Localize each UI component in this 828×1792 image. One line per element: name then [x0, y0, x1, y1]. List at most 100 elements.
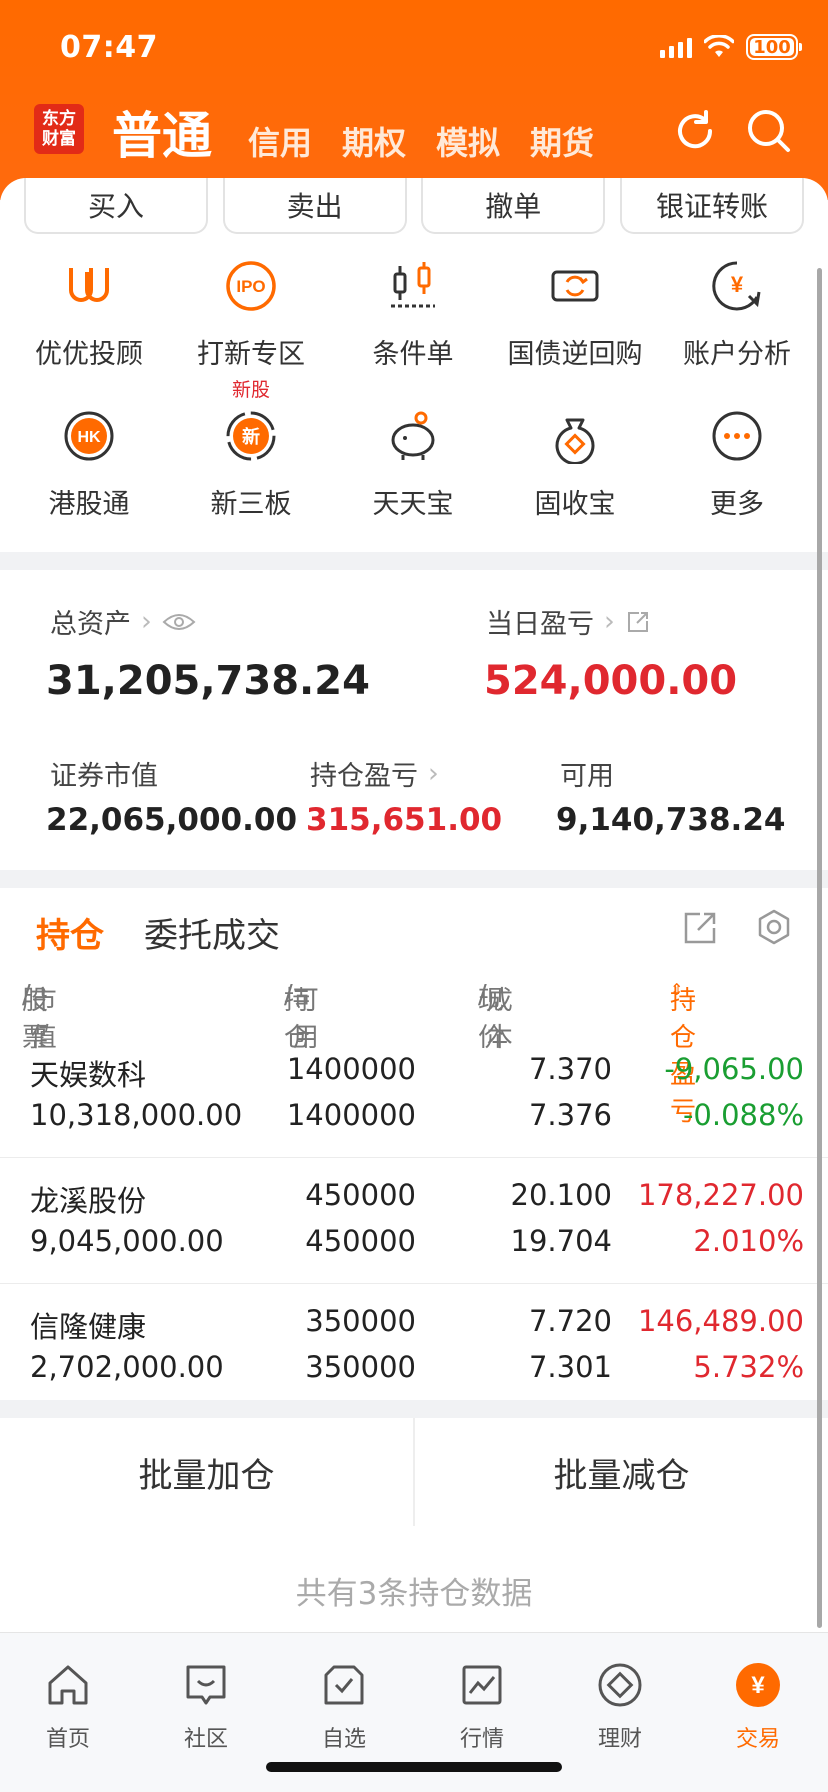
grid-label: 更多: [710, 489, 764, 520]
tab-holdings[interactable]: 持仓: [36, 908, 104, 957]
eye-icon[interactable]: [162, 611, 196, 633]
pl-amount: -9,065.00: [664, 1052, 804, 1086]
grid-label: 港股通: [48, 489, 130, 520]
grid-item-piggy-bank[interactable]: 天天宝: [332, 408, 494, 521]
refresh-icon[interactable]: [670, 106, 720, 156]
tab-home[interactable]: 首页: [8, 1661, 128, 1753]
available-value: 9,140,738.24: [556, 802, 786, 838]
pl-percent: 2.010%: [693, 1224, 804, 1258]
grid-item-uu-advisor[interactable]: 优优投顾: [8, 258, 170, 371]
table-row[interactable]: 信隆健康 2,702,000.00 350000 350000 7.720 7.…: [0, 1284, 828, 1410]
current-price: 20.100: [510, 1178, 612, 1212]
section-divider: [0, 1400, 828, 1418]
grid-label: 新三板: [210, 489, 292, 520]
buy-button[interactable]: 买入: [24, 178, 208, 234]
app-header: 07:47 100 东方财富 普通 信用 期权 模拟 期货: [0, 0, 828, 200]
table-row[interactable]: 龙溪股份 9,045,000.00 450000 450000 20.100 1…: [0, 1158, 828, 1284]
tab-futures[interactable]: 期货: [530, 118, 594, 164]
tab-label: 理财: [597, 1727, 642, 1752]
external-link-icon[interactable]: [625, 609, 651, 635]
bank-transfer-button[interactable]: 银证转账: [619, 178, 804, 234]
cellular-signal-icon: [660, 36, 692, 58]
tab-trade[interactable]: ¥ 交易: [698, 1661, 818, 1753]
col-price[interactable]: 现价 / 成本: [478, 980, 513, 1053]
available-qty: 1400000: [286, 1098, 416, 1132]
tab-options[interactable]: 期权: [342, 118, 406, 164]
tab-credit[interactable]: 信用: [248, 118, 312, 164]
grid-label: 固收宝: [534, 489, 616, 520]
tab-label: 行情: [459, 1727, 504, 1752]
bulk-add-button[interactable]: 批量加仓: [0, 1418, 415, 1526]
pl-percent: -0.088%: [682, 1098, 804, 1132]
bulk-reduce-button[interactable]: 批量减仓: [415, 1418, 828, 1526]
sell-button[interactable]: 卖出: [222, 178, 407, 234]
tab-community[interactable]: 社区: [146, 1661, 266, 1753]
tab-simulation[interactable]: 模拟: [436, 118, 500, 164]
home-indicator[interactable]: [266, 1762, 562, 1772]
section-divider: [0, 552, 828, 570]
available-qty: 450000: [305, 1224, 416, 1258]
holding-qty: 1400000: [286, 1052, 416, 1086]
status-indicators: 100: [660, 34, 802, 60]
col-holding[interactable]: 持仓 / 可用: [284, 980, 319, 1053]
grid-item-repo[interactable]: 国债逆回购: [494, 258, 656, 371]
scrollbar[interactable]: [817, 268, 822, 1628]
grid-item-hk-connect[interactable]: HK 港股通: [8, 408, 170, 521]
market-value: 22,065,000.00: [46, 802, 298, 838]
grid-item-ipo[interactable]: IPO 打新专区 新股: [170, 258, 332, 402]
account-analysis-icon: ¥: [712, 261, 761, 311]
chevron-right-icon: ›: [604, 606, 615, 637]
tab-market[interactable]: 行情: [422, 1661, 542, 1753]
market-icon: [462, 1665, 502, 1705]
stock-name: 天娱数科: [30, 1058, 147, 1092]
new-stock-tag: 新股: [231, 379, 270, 401]
conditional-order-icon: [391, 262, 435, 308]
uu-advisor-icon: [69, 268, 109, 302]
positions-count: 共有3条持仓数据: [0, 1526, 828, 1632]
available-label: 可用: [560, 761, 614, 792]
cost-price: 7.376: [528, 1098, 612, 1132]
total-assets-label[interactable]: 总资产 ›: [50, 602, 196, 641]
pl-amount: 146,489.00: [637, 1304, 804, 1338]
ipo-icon: IPO: [226, 261, 276, 311]
home-icon: [48, 1665, 88, 1705]
more-icon: [712, 411, 762, 461]
tab-watchlist[interactable]: 自选: [284, 1661, 404, 1753]
grid-item-fixed-income[interactable]: 固收宝: [494, 408, 656, 521]
grid-item-conditional-order[interactable]: 条件单: [332, 258, 494, 371]
position-pl-label[interactable]: 持仓盈亏 ›: [310, 754, 439, 793]
tab-orders[interactable]: 委托成交: [144, 908, 280, 957]
holding-qty: 450000: [305, 1178, 416, 1212]
grid-item-more[interactable]: 更多: [656, 408, 818, 521]
tab-normal[interactable]: 普通: [112, 96, 212, 168]
stock-market-value: 10,318,000.00: [30, 1098, 243, 1132]
stock-name: 信隆健康: [30, 1310, 147, 1344]
cancel-order-button[interactable]: 撤单: [421, 178, 606, 234]
grid-item-neeq[interactable]: 新 新三板: [170, 408, 332, 521]
stock-market-value: 2,702,000.00: [30, 1350, 224, 1384]
grid-item-account-analysis[interactable]: ¥ 账户分析: [656, 258, 818, 371]
tab-label: 首页: [45, 1727, 90, 1752]
svg-text:¥: ¥: [731, 272, 744, 297]
tab-label: 社区: [183, 1727, 228, 1752]
settings-icon[interactable]: [754, 908, 794, 948]
daily-pl-label[interactable]: 当日盈亏 ›: [486, 602, 651, 641]
bulk-actions: 批量加仓 批量减仓: [0, 1418, 828, 1526]
grid-label: 账户分析: [683, 339, 791, 370]
wifi-icon: [704, 35, 734, 57]
svg-text:HK: HK: [77, 429, 101, 446]
available-qty: 350000: [305, 1350, 416, 1384]
total-assets-value: 31,205,738.24: [46, 658, 370, 704]
grid-label: 优优投顾: [35, 339, 143, 370]
tab-wealth[interactable]: 理财: [560, 1661, 680, 1753]
battery-level: 100: [753, 36, 791, 58]
table-row[interactable]: 天娱数科 10,318,000.00 1400000 1400000 7.370…: [0, 1032, 828, 1158]
grid-label: 国债逆回购: [507, 339, 643, 370]
search-icon[interactable]: [744, 106, 794, 156]
share-icon[interactable]: [680, 908, 720, 948]
grid-label: 天天宝: [372, 489, 454, 520]
pl-percent: 5.732%: [693, 1350, 804, 1384]
piggy-bank-icon: [391, 411, 435, 460]
col-stock[interactable]: 股票 / 市值: [22, 980, 57, 1053]
current-price: 7.720: [528, 1304, 612, 1338]
